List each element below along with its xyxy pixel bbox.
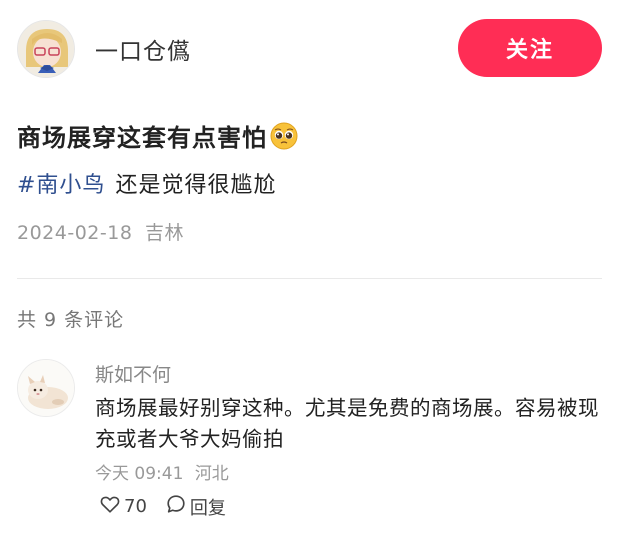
heart-outline-icon (99, 493, 121, 520)
hashtag-link[interactable]: #南小鸟 (17, 173, 105, 198)
post-title-text: 商场展穿这套有点害怕 (17, 124, 267, 152)
comment-location: 河北 (194, 464, 229, 484)
comment-time: 今天 09:41 (95, 464, 184, 484)
post-detail-page: 一口仓儰 关注 商场展穿这套有点害怕 #南小鸟 还是觉得很尴尬 2024-02-1… (0, 0, 618, 538)
like-count: 70 (124, 496, 147, 517)
comment-count: 共 9 条评论 (17, 309, 125, 331)
follow-button[interactable]: 关注 (458, 19, 602, 77)
reply-label: 回复 (189, 497, 226, 519)
commenter-avatar[interactable] (17, 359, 75, 417)
like-button[interactable]: 70 (99, 493, 147, 520)
comment-meta: 今天 09:41 河北 (95, 459, 229, 484)
commenter-name[interactable]: 斯如不何 (95, 360, 171, 387)
comment-actions: 70 回复 (99, 493, 226, 520)
post-title: 商场展穿这套有点害怕 (17, 118, 299, 153)
post-meta: 2024-02-18 吉林 (17, 218, 184, 245)
speech-bubble-icon (165, 493, 187, 520)
pleading-face-emoji (269, 121, 299, 151)
author-name[interactable]: 一口仓儰 (95, 32, 191, 66)
post-body-text: 还是觉得很尴尬 (115, 173, 277, 198)
post-body: #南小鸟 还是觉得很尴尬 (17, 167, 276, 199)
divider (17, 278, 602, 279)
post-location: 吉林 (144, 222, 184, 244)
post-date: 2024-02-18 (17, 222, 133, 244)
author-avatar[interactable] (17, 20, 75, 78)
comment-text: 商场展最好别穿这种。尤其是免费的商场展。容易被现充或者大爷大妈偷拍 (95, 396, 599, 451)
reply-button[interactable]: 回复 (165, 493, 226, 520)
